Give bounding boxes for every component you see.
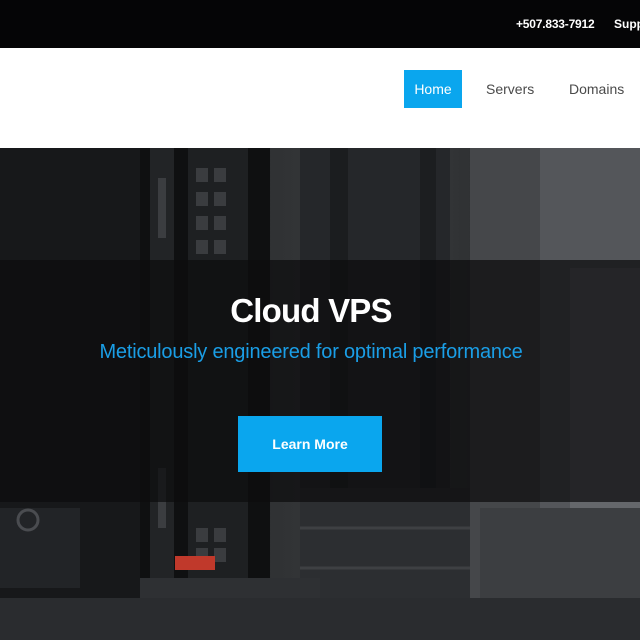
learn-more-button[interactable]: Learn More [238, 416, 382, 472]
hero-banner [0, 148, 640, 640]
nav-item-servers[interactable]: Servers [486, 70, 534, 108]
phone-link[interactable]: +507.833-7912 [516, 17, 595, 31]
hero-title: Cloud VPS [230, 292, 392, 329]
support-link[interactable]: Supp [614, 17, 640, 31]
nav-item-domains[interactable]: Domains [569, 70, 624, 108]
site-header: Home Servers Domains [0, 48, 640, 148]
hero-subtitle: Meticulously engineered for optimal perf… [99, 341, 523, 363]
top-bar: +507.833-7912 Supp [0, 0, 640, 48]
nav-item-home[interactable]: Home [404, 70, 462, 108]
